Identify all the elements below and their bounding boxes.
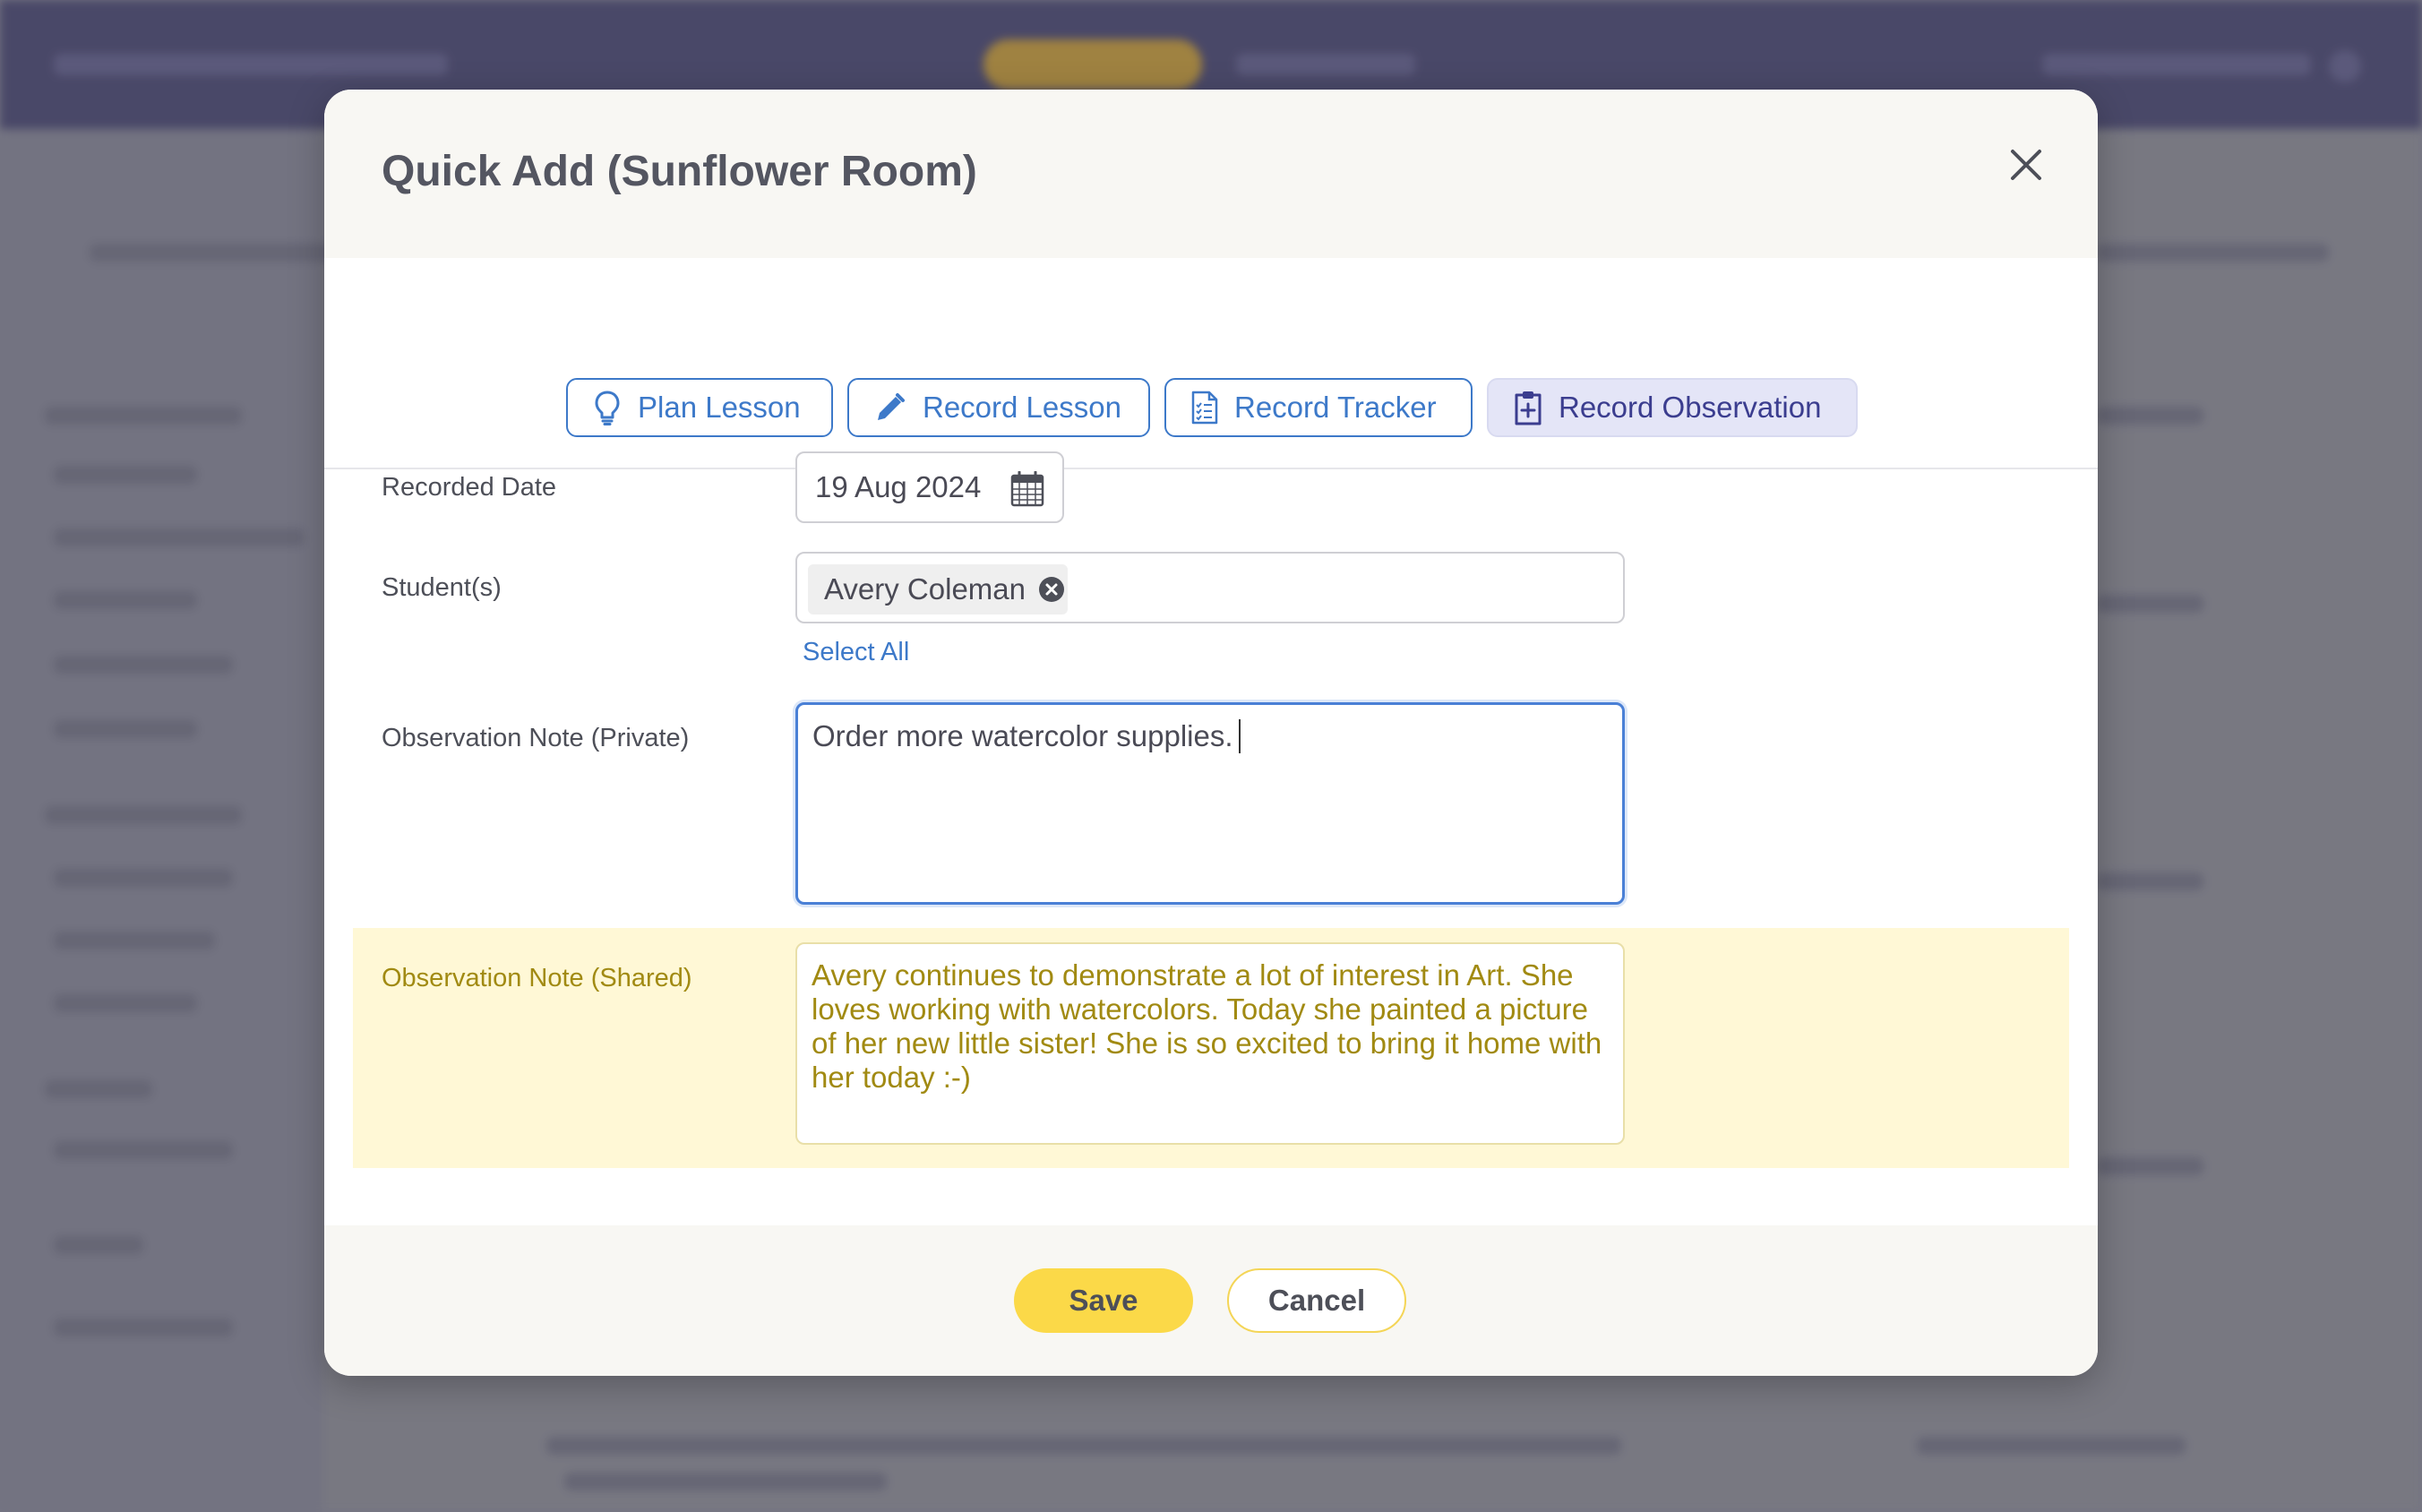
remove-student-button[interactable] [1038,576,1065,603]
tab-record-lesson[interactable]: Record Lesson [847,378,1150,437]
private-note-text: Order more watercolor supplies. [812,719,1233,752]
tab-record-tracker[interactable]: Record Tracker [1164,378,1473,437]
shared-note-text: Avery continues to demonstrate a lot of … [812,958,1602,1094]
select-all-link[interactable]: Select All [803,638,909,667]
private-note-textarea[interactable]: Order more watercolor supplies. [795,702,1625,905]
quick-add-modal: Quick Add (Sunflower Room) Plan Lesson R… [324,90,2098,1376]
save-button[interactable]: Save [1014,1268,1193,1333]
tab-bar: Plan Lesson Record Lesson Record Tracker [324,258,2098,469]
tab-plan-lesson[interactable]: Plan Lesson [566,378,833,437]
close-button[interactable] [1999,138,2053,192]
recorded-date-label: Recorded Date [382,473,557,502]
student-chip-name: Avery Coleman [824,572,1026,606]
tab-record-observation-label: Record Observation [1559,391,1822,424]
calendar-icon[interactable] [1010,471,1044,507]
clipboard-plus-icon [1515,391,1542,425]
close-icon [2011,150,2041,180]
remove-circle-icon [1039,577,1064,602]
student-chip: Avery Coleman [808,564,1068,614]
modal-header: Quick Add (Sunflower Room) [324,90,2098,258]
private-note-label: Observation Note (Private) [382,724,690,752]
pencil-icon [878,393,905,420]
students-label: Student(s) [382,573,502,602]
modal-title: Quick Add (Sunflower Room) [382,148,977,195]
tab-record-lesson-label: Record Lesson [923,391,1121,424]
tab-record-observation[interactable]: Record Observation [1487,378,1858,437]
modal-footer: Save Cancel [324,1225,2098,1376]
cancel-button[interactable]: Cancel [1227,1268,1406,1333]
recorded-date-value: 19 Aug 2024 [815,470,982,503]
tab-plan-lesson-label: Plan Lesson [638,391,801,424]
shared-note-label: Observation Note (Shared) [382,964,692,992]
shared-note-textarea[interactable]: Avery continues to demonstrate a lot of … [795,942,1625,1145]
checklist-document-icon [1191,391,1218,425]
tab-record-tracker-label: Record Tracker [1234,391,1437,424]
text-caret [1238,719,1241,753]
lightbulb-icon [595,391,620,425]
recorded-date-input[interactable]: 19 Aug 2024 [795,451,1064,523]
students-input[interactable]: Avery Coleman [795,552,1625,623]
